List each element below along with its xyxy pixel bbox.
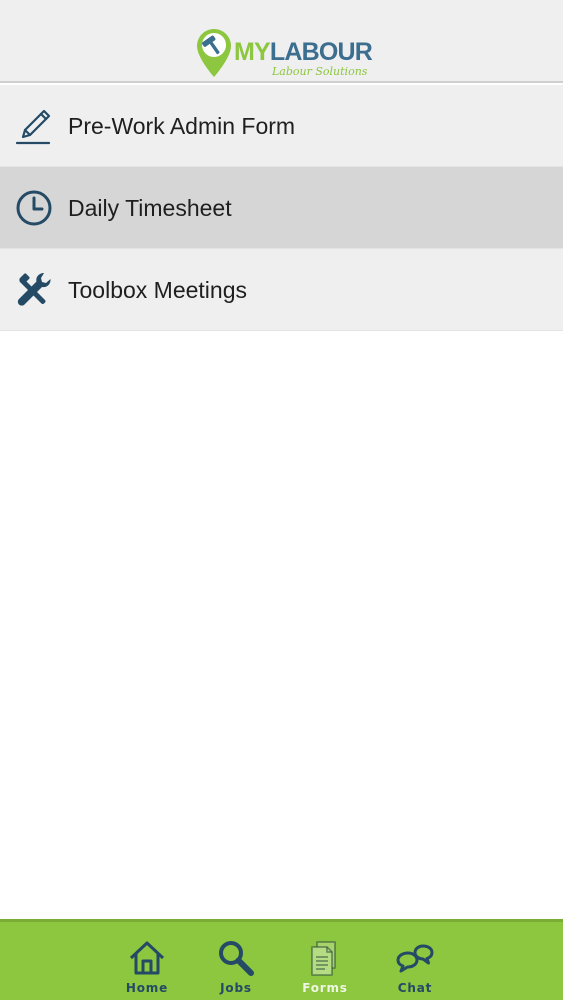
logo-word-my: MY <box>234 38 271 66</box>
menu-item-daily-timesheet[interactable]: Daily Timesheet <box>0 167 563 249</box>
clock-icon <box>16 190 52 226</box>
logo-wordmark: MYLABOUR <box>234 38 373 66</box>
search-icon <box>219 941 254 976</box>
logo-tagline: Labour Solutions <box>272 65 368 78</box>
brand-logo: MYLABOUR Labour Solutions <box>196 28 373 78</box>
bottom-navigation: Home Jobs Forms Chat <box>0 919 563 1000</box>
menu-item-toolbox-meetings[interactable]: Toolbox Meetings <box>0 249 563 331</box>
pencil-icon <box>15 109 51 145</box>
tools-icon <box>17 273 51 306</box>
menu-item-label: Toolbox Meetings <box>68 277 247 303</box>
app-root: MYLABOUR Labour Solutions Pre-Work Admin… <box>0 0 563 1000</box>
home-icon <box>129 941 165 975</box>
forms-menu: Pre-Work Admin Form Daily Timesheet Tool… <box>0 85 563 331</box>
menu-item-label: Pre-Work Admin Form <box>68 113 296 139</box>
nav-forms-label: Forms <box>302 981 348 995</box>
map-pin-hammer-icon <box>197 29 231 77</box>
document-icon <box>311 941 336 976</box>
nav-home[interactable]: Home <box>117 938 177 1000</box>
nav-forms[interactable]: Forms <box>295 938 355 1000</box>
chat-icon <box>396 944 434 973</box>
nav-home-label: Home <box>125 981 169 995</box>
menu-item-label: Daily Timesheet <box>68 195 232 221</box>
nav-jobs[interactable]: Jobs <box>206 938 266 1000</box>
nav-jobs-label: Jobs <box>220 981 252 995</box>
nav-chat[interactable]: Chat <box>385 938 445 1000</box>
app-header: MYLABOUR Labour Solutions <box>0 0 563 83</box>
logo-word-labour: LABOUR <box>269 38 373 66</box>
nav-chat-label: Chat <box>397 981 433 995</box>
menu-item-pre-work-admin-form[interactable]: Pre-Work Admin Form <box>0 85 563 167</box>
